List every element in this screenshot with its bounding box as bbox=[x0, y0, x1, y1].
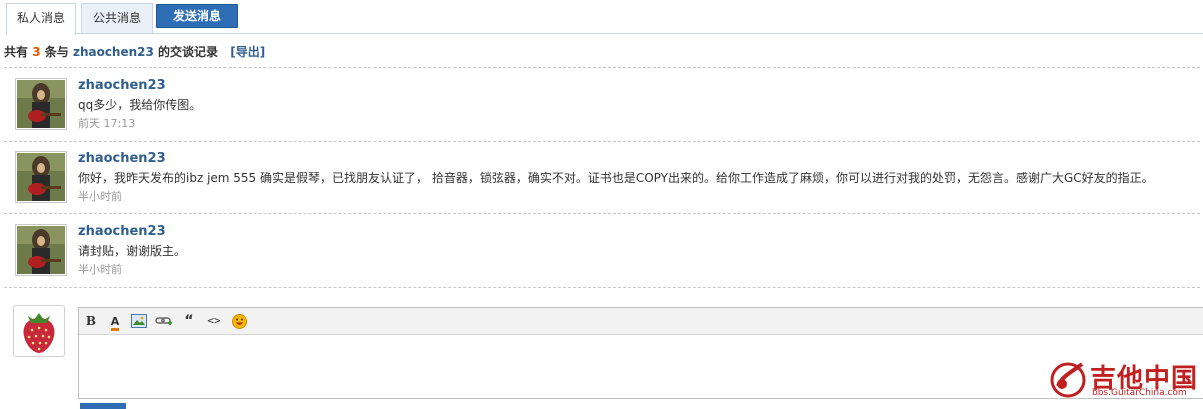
message-text: 你好，我昨天发布的ibz jem 555 确实是假琴，已找朋友认证了， 拾音器，… bbox=[78, 171, 1154, 185]
tab-private-messages[interactable]: 私人消息 bbox=[6, 3, 76, 35]
strawberry-avatar-icon bbox=[23, 313, 55, 353]
send-message-button[interactable]: 发送消息 bbox=[156, 4, 238, 28]
guitar-logo-icon bbox=[1050, 362, 1086, 398]
avatar[interactable] bbox=[15, 224, 67, 276]
conversation-summary: 共有 3 条与 zhaochen23 的交谈记录 [导出] bbox=[4, 43, 265, 60]
my-avatar[interactable] bbox=[13, 305, 65, 357]
message-time: 前天 17:13 bbox=[78, 117, 136, 130]
summary-suffix: 的交谈记录 bbox=[158, 45, 219, 59]
smiley-icon bbox=[231, 314, 247, 329]
tab-public-messages[interactable]: 公共消息 bbox=[81, 3, 153, 33]
divider bbox=[4, 287, 1200, 288]
guitarist-avatar-icon bbox=[17, 80, 65, 128]
quote-button[interactable]: “ bbox=[180, 312, 198, 330]
divider bbox=[4, 141, 1200, 142]
guitarist-avatar-icon bbox=[17, 153, 65, 201]
message-time: 半小时前 bbox=[78, 263, 122, 276]
message-text: 请封贴，谢谢版主。 bbox=[78, 244, 187, 258]
insert-link-button[interactable] bbox=[155, 312, 173, 330]
site-watermark: 吉他中国 bbs.GuitarChina.com bbox=[1048, 358, 1200, 400]
message-tabs: 私人消息 公共消息 发送消息 bbox=[6, 3, 1203, 35]
message-text: qq多少，我给你传图。 bbox=[78, 98, 202, 112]
message-item: zhaochen23 qq多少，我给你传图。 前天 17:13 bbox=[15, 77, 1195, 137]
summary-prefix: 共有 bbox=[4, 45, 29, 59]
message-time: 半小时前 bbox=[78, 190, 122, 203]
emoticon-button[interactable] bbox=[230, 312, 248, 330]
summary-mid: 条与 bbox=[44, 45, 69, 59]
font-color-icon: A bbox=[110, 316, 120, 331]
sender-name-link[interactable]: zhaochen23 bbox=[78, 78, 166, 93]
editor-toolbar: B A “ <> bbox=[79, 308, 1203, 335]
image-icon bbox=[131, 314, 147, 328]
avatar[interactable] bbox=[15, 78, 67, 130]
guitarist-avatar-icon bbox=[17, 226, 65, 274]
reply-textarea[interactable] bbox=[79, 335, 1203, 398]
insert-image-button[interactable] bbox=[130, 312, 148, 330]
font-color-button[interactable]: A bbox=[106, 312, 124, 331]
message-item: zhaochen23 请封贴，谢谢版主。 半小时前 bbox=[15, 223, 1195, 283]
watermark-url: bbs.GuitarChina.com bbox=[1092, 388, 1187, 398]
bold-button[interactable]: B bbox=[82, 312, 100, 330]
message-item: zhaochen23 你好，我昨天发布的ibz jem 555 确实是假琴，已找… bbox=[15, 150, 1195, 210]
sender-name-link[interactable]: zhaochen23 bbox=[78, 151, 166, 166]
code-button[interactable]: <> bbox=[205, 312, 223, 330]
reply-editor: B A “ <> bbox=[78, 307, 1203, 399]
submit-button[interactable] bbox=[80, 403, 126, 409]
export-link[interactable]: [导出] bbox=[230, 45, 265, 59]
sender-name-link[interactable]: zhaochen23 bbox=[78, 224, 166, 239]
avatar[interactable] bbox=[15, 151, 67, 203]
link-icon bbox=[155, 317, 172, 325]
message-count: 3 bbox=[32, 45, 41, 59]
divider bbox=[4, 67, 1200, 68]
summary-username-link[interactable]: zhaochen23 bbox=[73, 45, 154, 59]
divider bbox=[4, 213, 1200, 214]
